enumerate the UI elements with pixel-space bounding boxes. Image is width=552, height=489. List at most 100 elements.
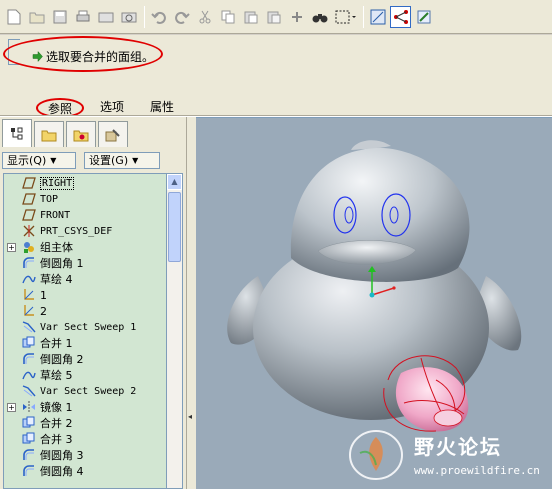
tree-item[interactable]: 1 xyxy=(4,287,166,303)
expand-icon[interactable]: + xyxy=(7,242,16,252)
cut-icon[interactable] xyxy=(194,6,215,28)
model-tree: RIGHT TOP FRONT PRT_CSYS_DEF + 组主体倒圆角 1 草绘 4 1 2… xyxy=(3,173,167,489)
tree-item-label: 倒圆角 2 xyxy=(40,353,84,366)
watermark-url: www.proewildfire.cn xyxy=(414,464,540,477)
scroll-up-icon[interactable]: ▲ xyxy=(167,174,182,190)
expand-icon[interactable]: + xyxy=(7,402,16,412)
tree-item[interactable]: Var Sect Sweep 1 xyxy=(4,319,166,335)
favorites-tab-icon[interactable] xyxy=(66,121,96,147)
save-icon[interactable] xyxy=(49,6,70,28)
show-dropdown[interactable]: 显示(Q) ▼ xyxy=(2,152,76,169)
connections-tab-icon[interactable] xyxy=(98,121,128,147)
tree-item-label: 草绘 5 xyxy=(40,369,73,382)
redo-icon[interactable] xyxy=(171,6,192,28)
find-binoculars-icon[interactable] xyxy=(309,6,330,28)
tree-item-label: 组主体 xyxy=(40,241,73,254)
tree-item[interactable]: + 组主体 xyxy=(4,239,166,255)
tree-item-label: 2 xyxy=(40,304,47,318)
round-icon xyxy=(22,352,36,366)
datum-curve-icon xyxy=(22,304,36,318)
toolbar-separator xyxy=(144,5,145,28)
model-tree-tab-icon[interactable] xyxy=(2,119,32,147)
panel-splitter[interactable]: ◂ xyxy=(186,117,196,489)
round-icon xyxy=(22,448,36,462)
csys-origin xyxy=(369,292,375,298)
copy-icon[interactable] xyxy=(217,6,238,28)
sweep-icon xyxy=(22,320,36,334)
tree-item-label: 倒圆角 3 xyxy=(40,449,84,462)
tree-item[interactable]: 倒圆角 1 xyxy=(4,255,166,271)
tree-item-label: 倒圆角 1 xyxy=(40,257,84,270)
datum-plane-icon xyxy=(22,208,36,222)
merge-icon xyxy=(22,416,36,430)
tree-item[interactable]: 草绘 4 xyxy=(4,271,166,287)
paste-icon[interactable] xyxy=(240,6,261,28)
tree-scrollbar[interactable]: ▲ xyxy=(167,173,183,489)
mirror-icon xyxy=(22,400,36,414)
tree-item-label: FRONT xyxy=(40,209,71,221)
tree-item[interactable]: 草绘 5 xyxy=(4,367,166,383)
tree-item[interactable]: 倒圆角 4 xyxy=(4,463,166,479)
scroll-thumb[interactable] xyxy=(168,192,181,262)
prompt-text: 选取要合并的面组。 xyxy=(46,50,155,64)
tree-item[interactable]: 合并 2 xyxy=(4,415,166,431)
tree-item-label: 合并 2 xyxy=(40,417,73,430)
tree-item[interactable]: Var Sect Sweep 2 xyxy=(4,383,166,399)
navigator-tabs xyxy=(2,119,130,149)
tree-item[interactable]: TOP xyxy=(4,191,166,207)
datum-plane-icon xyxy=(22,192,36,206)
watermark-title: 野火论坛 xyxy=(414,435,502,459)
settings-dropdown[interactable]: 设置(G) ▼ xyxy=(84,152,160,169)
sketch-icon xyxy=(22,272,36,286)
selection-box-icon[interactable] xyxy=(332,6,358,28)
send-link-icon[interactable] xyxy=(118,6,139,28)
print-icon[interactable] xyxy=(72,6,93,28)
tree-item-label: TOP xyxy=(40,193,59,205)
folder-browser-tab-icon[interactable] xyxy=(34,121,64,147)
graphics-viewport[interactable]: 野火论坛 www.proewildfire.cn xyxy=(196,117,552,489)
tree-item[interactable]: 合并 3 xyxy=(4,431,166,447)
prompt-message: 选取要合并的面组。 xyxy=(32,48,154,65)
main-toolbar xyxy=(0,0,552,34)
spin-center-icon[interactable] xyxy=(413,6,434,28)
merge-icon xyxy=(22,336,36,350)
open-folder-icon[interactable] xyxy=(26,6,47,28)
tree-item[interactable]: RIGHT xyxy=(4,175,166,191)
new-file-icon[interactable] xyxy=(3,6,24,28)
chevron-down-icon: ▼ xyxy=(132,156,139,165)
window-icon[interactable] xyxy=(367,6,388,28)
sketch-icon xyxy=(22,368,36,382)
tree-item-label: 草绘 4 xyxy=(40,273,73,286)
tree-item-label: 1 xyxy=(40,288,47,302)
tree-item[interactable]: 倒圆角 3 xyxy=(4,447,166,463)
forum-watermark: 野火论坛 www.proewildfire.cn xyxy=(342,423,552,489)
tree-item[interactable]: FRONT xyxy=(4,207,166,223)
collapse-arrow-icon[interactable]: ◂ xyxy=(188,412,192,421)
tree-filter-row: 显示(Q) ▼ 设置(G) ▼ xyxy=(2,152,168,169)
tree-item-label: Var Sect Sweep 2 xyxy=(40,385,137,397)
regenerate-icon[interactable] xyxy=(286,6,307,28)
tree-item[interactable]: 倒圆角 2 xyxy=(4,351,166,367)
tree-item-label: 倒圆角 4 xyxy=(40,465,84,478)
feature-dashboard: 选取要合并的面组。 参照 选项 属性 xyxy=(0,35,552,118)
merge-icon xyxy=(22,432,36,446)
tree-item-label: 镜像 1 xyxy=(40,401,73,414)
tree-item[interactable]: 2 xyxy=(4,303,166,319)
tree-item-label: PRT_CSYS_DEF xyxy=(40,225,113,237)
tree-item[interactable]: PRT_CSYS_DEF xyxy=(4,223,166,239)
group-icon xyxy=(22,240,36,254)
settings-dropdown-label: 设置(G) xyxy=(89,154,129,167)
round-icon xyxy=(22,256,36,270)
csys-icon xyxy=(22,224,36,238)
datum-plane-icon xyxy=(22,176,36,190)
datum-axis-toggle-icon[interactable] xyxy=(390,5,411,28)
chevron-down-icon: ▼ xyxy=(50,156,57,165)
paste-special-icon[interactable] xyxy=(263,6,284,28)
toolbar-separator xyxy=(363,5,364,28)
undo-icon[interactable] xyxy=(148,6,169,28)
send-mail-icon[interactable] xyxy=(95,6,116,28)
tree-item[interactable]: 合并 1 xyxy=(4,335,166,351)
tree-item[interactable]: + 镜像 1 xyxy=(4,399,166,415)
show-dropdown-label: 显示(Q) xyxy=(7,154,47,167)
prompt-arrow-icon xyxy=(32,51,43,62)
